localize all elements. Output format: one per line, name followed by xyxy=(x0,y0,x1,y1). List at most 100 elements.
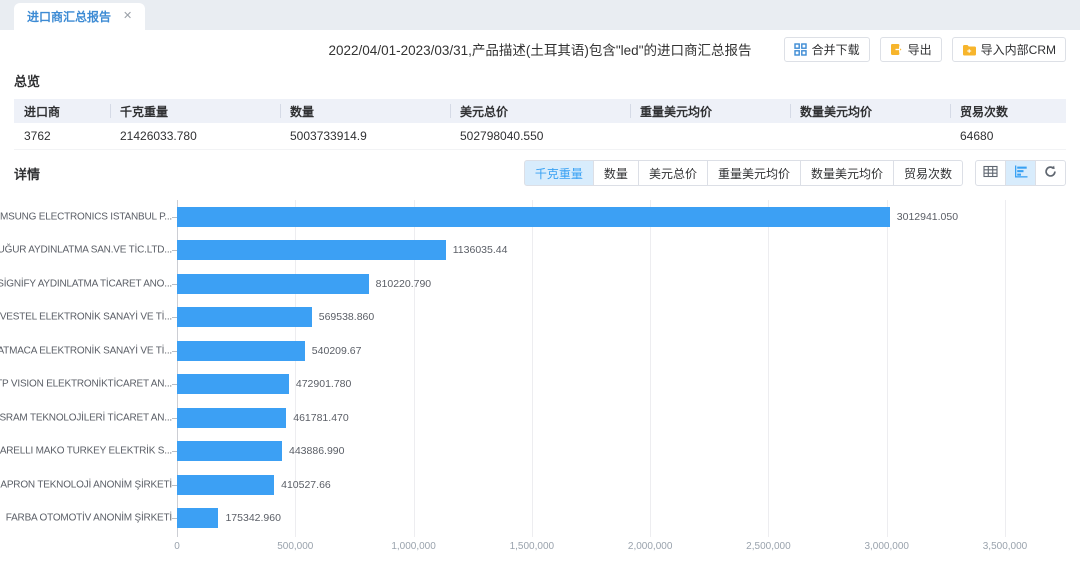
x-tick-label: 2,000,000 xyxy=(605,541,695,552)
category-label: MARELLI MAKO TURKEY ELEKTRİK S... xyxy=(0,446,172,457)
bar-value-label: 1136035.44 xyxy=(453,244,508,256)
metric-tab-1[interactable]: 千克重量 xyxy=(524,160,594,186)
x-tick-label: 3,500,000 xyxy=(960,541,1050,552)
overview-column-header: 数量 xyxy=(280,99,450,123)
chart-row: OSRAM TEKNOLOJİLERİ TİCARET AN...461781.… xyxy=(14,401,1066,435)
category-label: ATMACA ELEKTRONİK SANAYİ VE Tİ... xyxy=(0,345,172,356)
bar-value-label: 443886.990 xyxy=(289,445,344,457)
merge-download-button[interactable]: 合并下载 xyxy=(784,37,870,62)
x-tick-label: 3,000,000 xyxy=(842,541,932,552)
refresh-icon xyxy=(1044,165,1057,181)
bar[interactable] xyxy=(177,475,274,495)
bar-value-label: 461781.470 xyxy=(293,412,348,424)
overview-column-header: 数量美元均价 xyxy=(790,99,950,123)
chart-row: TP VISION ELEKTRONİKTİCARET AN...472901.… xyxy=(14,368,1066,402)
category-label: FARBA OTOMOTİV ANONİM ŞİRKETİ xyxy=(6,513,172,524)
x-tick-label: 1,500,000 xyxy=(487,541,577,552)
bar[interactable] xyxy=(177,508,218,528)
metric-tab-group: 千克重量数量美元总价重量美元均价数量美元均价贸易次数 xyxy=(524,160,963,186)
category-label: VESTEL ELEKTRONİK SANAYİ VE Tİ... xyxy=(0,312,172,323)
bar-value-label: 410527.66 xyxy=(281,479,331,491)
bar[interactable] xyxy=(177,374,289,394)
overview-table-row: 376221426033.7805003733914.9502798040.55… xyxy=(14,123,1066,150)
chart-plot-area: SAMSUNG ELECTRONICS ISTANBUL P...3012941… xyxy=(14,200,1066,537)
overview-column-header: 重量美元均价 xyxy=(630,99,790,123)
metric-tab-5[interactable]: 数量美元均价 xyxy=(800,160,894,186)
overview-cell: 5003733914.9 xyxy=(280,129,450,143)
overview-cell: 3762 xyxy=(14,129,110,143)
chart-row: APRON TEKNOLOJİ ANONİM ŞİRKETİ410527.66 xyxy=(14,468,1066,502)
tab-close-icon[interactable]: ✕ xyxy=(123,11,132,22)
bar-value-label: 569538.860 xyxy=(319,311,374,323)
bar[interactable] xyxy=(177,240,446,260)
bar[interactable] xyxy=(177,207,890,227)
metric-tab-3[interactable]: 美元总价 xyxy=(638,160,708,186)
import-crm-icon xyxy=(962,44,976,56)
overview-column-header: 进口商 xyxy=(14,99,110,123)
header-actions: 合并下载 导出 导入内部CRM xyxy=(784,37,1066,62)
bar-chart-icon xyxy=(1014,165,1028,181)
export-icon xyxy=(890,43,903,56)
refresh-button[interactable] xyxy=(1035,160,1066,186)
report-title: 2022/04/01-2023/03/31,产品描述(土耳其语)包含"led"的… xyxy=(329,39,752,59)
overview-table-header: 进口商千克重量数量美元总价重量美元均价数量美元均价贸易次数 xyxy=(14,99,1066,123)
detail-section-title: 详情 xyxy=(14,164,40,183)
bar-value-label: 472901.780 xyxy=(296,378,351,390)
chart-row: SİGNİFY AYDINLATMA TİCARET ANO...810220.… xyxy=(14,267,1066,301)
bar-value-label: 540209.67 xyxy=(312,345,362,357)
bar[interactable] xyxy=(177,307,312,327)
category-label: SAMSUNG ELECTRONICS ISTANBUL P... xyxy=(0,211,172,222)
tab-label: 进口商汇总报告 xyxy=(27,8,111,25)
metric-tab-4[interactable]: 重量美元均价 xyxy=(707,160,801,186)
metric-tab-2[interactable]: 数量 xyxy=(593,160,639,186)
chart-row: UĞUR AYDINLATMA SAN.VE TİC.LTD...1136035… xyxy=(14,234,1066,268)
detail-controls: 千克重量数量美元总价重量美元均价数量美元均价贸易次数 xyxy=(524,160,1066,186)
overview-cell: 21426033.780 xyxy=(110,129,280,143)
overview-column-header: 贸易次数 xyxy=(950,99,1066,123)
view-button-group xyxy=(975,160,1066,186)
export-button[interactable]: 导出 xyxy=(880,37,942,62)
bar-value-label: 175342.960 xyxy=(225,512,280,524)
bar[interactable] xyxy=(177,408,286,428)
action-button-label: 导入内部CRM xyxy=(981,41,1056,58)
tab-importer-summary-report[interactable]: 进口商汇总报告 ✕ xyxy=(14,3,145,30)
overview-section-title: 总览 xyxy=(14,71,1066,90)
action-button-label: 导出 xyxy=(908,41,932,58)
x-tick-label: 500,000 xyxy=(250,541,340,552)
bar[interactable] xyxy=(177,341,305,361)
action-button-label: 合并下载 xyxy=(812,41,860,58)
table-view-icon xyxy=(983,165,998,181)
category-label: OSRAM TEKNOLOJİLERİ TİCARET AN... xyxy=(0,412,172,423)
x-tick-label: 0 xyxy=(132,541,222,552)
report-page: 2022/04/01-2023/03/31,产品描述(土耳其语)包含"led"的… xyxy=(0,30,1080,565)
tab-bar: 进口商汇总报告 ✕ xyxy=(0,0,1080,30)
category-label: TP VISION ELEKTRONİKTİCARET AN... xyxy=(0,379,172,390)
detail-toolbar: 详情 千克重量数量美元总价重量美元均价数量美元均价贸易次数 xyxy=(14,159,1066,187)
bar[interactable] xyxy=(177,441,282,461)
importer-bar-chart: SAMSUNG ELECTRONICS ISTANBUL P...3012941… xyxy=(14,200,1066,562)
chart-row: VESTEL ELEKTRONİK SANAYİ VE Tİ...569538.… xyxy=(14,301,1066,335)
overview-column-header: 千克重量 xyxy=(110,99,280,123)
x-tick-label: 1,000,000 xyxy=(369,541,459,552)
import-crm-button[interactable]: 导入内部CRM xyxy=(952,37,1066,62)
merge-download-icon xyxy=(794,43,807,56)
report-header: 2022/04/01-2023/03/31,产品描述(土耳其语)包含"led"的… xyxy=(14,30,1066,68)
overview-column-header: 美元总价 xyxy=(450,99,630,123)
category-label: UĞUR AYDINLATMA SAN.VE TİC.LTD... xyxy=(0,245,172,256)
metric-tab-6[interactable]: 贸易次数 xyxy=(893,160,963,186)
chart-row: ATMACA ELEKTRONİK SANAYİ VE Tİ...540209.… xyxy=(14,334,1066,368)
bar-chart-view-button[interactable] xyxy=(1005,160,1036,186)
category-label: APRON TEKNOLOJİ ANONİM ŞİRKETİ xyxy=(0,479,172,490)
overview-cell: 502798040.550 xyxy=(450,129,630,143)
chart-x-axis: 0 500,000 1,000,000 1,500,000 2,000,000 2,500… xyxy=(14,541,1066,557)
table-view-button[interactable] xyxy=(975,160,1006,186)
bar-value-label: 810220.790 xyxy=(376,278,431,290)
chart-row: SAMSUNG ELECTRONICS ISTANBUL P...3012941… xyxy=(14,200,1066,234)
bar[interactable] xyxy=(177,274,369,294)
overview-table: 进口商千克重量数量美元总价重量美元均价数量美元均价贸易次数 3762214260… xyxy=(14,99,1066,150)
x-tick-label: 2,500,000 xyxy=(723,541,813,552)
bar-value-label: 3012941.050 xyxy=(897,211,958,223)
chart-row: MARELLI MAKO TURKEY ELEKTRİK S...443886.… xyxy=(14,435,1066,469)
chart-row: FARBA OTOMOTİV ANONİM ŞİRKETİ175342.960 xyxy=(14,502,1066,536)
overview-cell: 64680 xyxy=(950,129,1066,143)
